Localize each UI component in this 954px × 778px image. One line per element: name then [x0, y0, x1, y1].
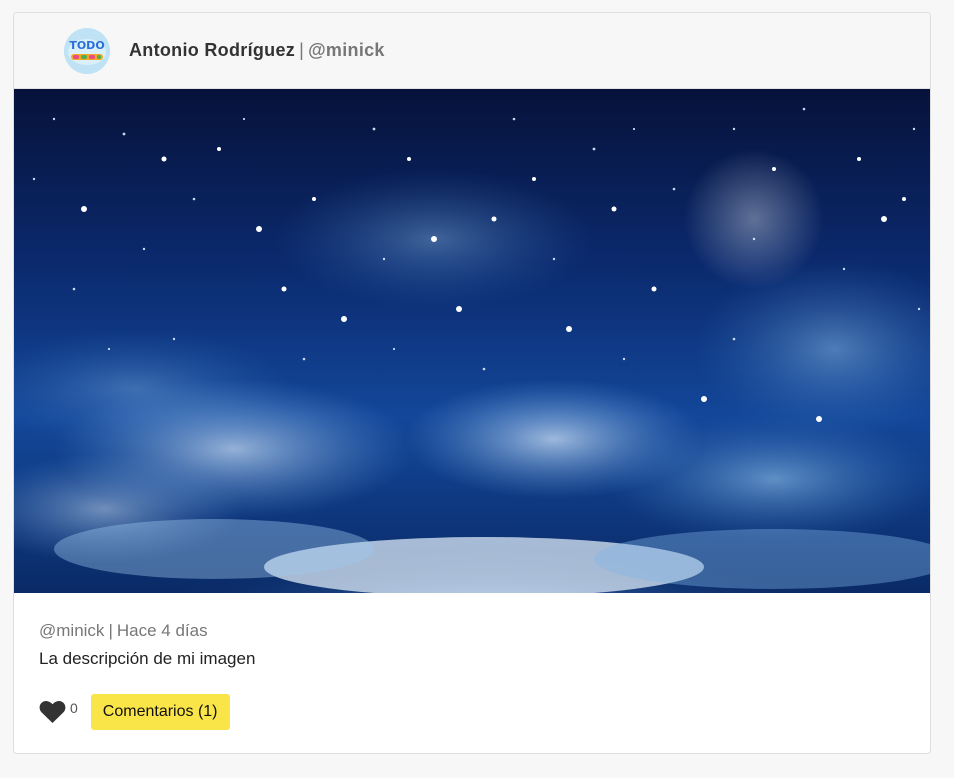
author-name[interactable]: Antonio Rodríguez	[129, 40, 295, 60]
author-avatar[interactable]: TODO	[64, 28, 110, 74]
svg-text:TODO: TODO	[69, 39, 104, 52]
meta-handle[interactable]: @minick	[39, 621, 104, 640]
night-sky-image	[14, 89, 930, 593]
meta-separator: |	[108, 621, 113, 640]
author-handle[interactable]: @minick	[308, 40, 385, 60]
post-meta: @minick | Hace 4 días	[39, 621, 208, 641]
comments-button[interactable]: Comentarios (1)	[90, 694, 230, 730]
author-separator: |	[299, 40, 305, 60]
meta-time: Hace 4 días	[116, 621, 208, 640]
post-actions: 0 Comentarios (1)	[39, 693, 230, 731]
post-image[interactable]	[14, 89, 930, 593]
post-description: La descripción de mi imagen	[39, 649, 256, 668]
like-button[interactable]: 0	[39, 700, 78, 724]
todo-logo-icon: TODO	[64, 28, 110, 74]
post-header: TODO Antonio Rodríguez | @minick	[14, 13, 930, 89]
post-card: TODO Antonio Rodríguez | @minick @minick…	[13, 12, 931, 754]
like-count: 0	[70, 700, 78, 716]
heart-icon	[39, 700, 66, 723]
author-line: Antonio Rodríguez | @minick	[129, 39, 385, 61]
